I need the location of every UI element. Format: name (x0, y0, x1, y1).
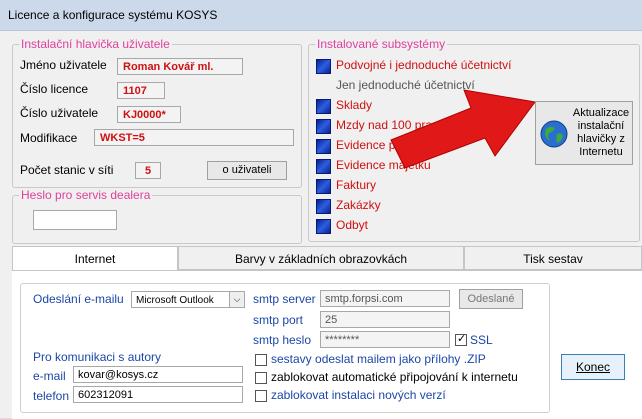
stations-field[interactable]: 5 (135, 162, 161, 179)
user-number-label: Číslo uživatele (20, 106, 99, 120)
licence-field[interactable]: 1107 (117, 82, 165, 99)
phone-label: telefon (33, 389, 70, 403)
option-checkbox-zip[interactable] (255, 354, 267, 366)
checked-square-icon (316, 59, 331, 74)
option-label-zip: sestavy odeslat mailem jako přílohy .ZIP (271, 352, 486, 366)
modification-label: Modifikace (20, 131, 78, 145)
chevron-down-icon: ⌵ (229, 292, 244, 307)
option-checkbox-block-install[interactable] (255, 390, 267, 402)
smtp-password-input[interactable]: ******** (320, 331, 450, 348)
title-bar: Licence a konfigurace systému KOSYS (0, 0, 642, 31)
option-label-block-install: zablokovat instalaci nových verzí (271, 388, 446, 402)
sent-items-button[interactable]: Odeslané (459, 289, 523, 309)
tab-colors[interactable]: Barvy v základních obrazovkách (178, 246, 464, 270)
window-title: Licence a konfigurace systému KOSYS (8, 8, 218, 22)
license-window: Licence a konfigurace systému KOSYS Inst… (0, 0, 642, 419)
smtp-password-label: smtp heslo (253, 333, 312, 347)
close-button[interactable]: Konec (561, 354, 625, 380)
send-email-label: Odeslání e-mailu (33, 292, 124, 306)
tab-print-reports[interactable]: Tisk sestav (464, 246, 642, 270)
checked-square-icon (316, 119, 331, 134)
about-user-button[interactable]: o uživateli (207, 161, 287, 180)
checked-square-icon (316, 199, 331, 214)
update-from-internet-button[interactable]: Aktualizace instalační hlavičky z Intern… (535, 101, 633, 165)
ssl-checkbox[interactable]: ✓ (455, 333, 467, 346)
smtp-server-input[interactable]: smtp.forpsi.com (320, 290, 450, 307)
checkmark-icon: ✓ (457, 333, 467, 345)
checked-square-icon (316, 99, 331, 114)
name-field[interactable]: Roman Kovář ml. (117, 58, 243, 75)
user-header-legend: Instalační hlavička uživatele (19, 37, 172, 51)
stations-label: Počet stanic v síti (20, 163, 114, 177)
licence-label: Číslo licence (20, 82, 89, 96)
ssl-label: SSL (470, 333, 493, 347)
user-number-field[interactable]: KJ0000* (117, 106, 181, 123)
name-label: Jméno uživatele (20, 58, 107, 72)
phone-input[interactable]: 602312091 (73, 386, 243, 403)
subsystems-legend: Instalované subsystémy (315, 37, 448, 51)
tab-internet[interactable]: Internet (12, 246, 178, 271)
option-checkbox-block-connect[interactable] (255, 372, 267, 384)
contact-heading: Pro komunikaci s autory (33, 350, 162, 364)
checked-square-icon (316, 159, 331, 174)
dealer-password-input[interactable] (33, 210, 117, 230)
checked-square-icon (316, 179, 331, 194)
red-arrow-icon (390, 89, 536, 168)
email-input[interactable]: kovar@kosys.cz (73, 366, 243, 383)
checked-square-icon (316, 219, 331, 234)
smtp-port-label: smtp port (253, 313, 304, 327)
option-label-block-connect: zablokovat automatické připojování k int… (271, 370, 518, 384)
email-label: e-mail (33, 369, 66, 383)
smtp-server-label: smtp server (253, 292, 316, 306)
smtp-port-input[interactable]: 25 (320, 311, 450, 328)
checked-square-icon (316, 139, 331, 154)
dealer-legend: Heslo pro servis dealera (19, 188, 153, 202)
modification-field[interactable]: WKST=5 (94, 129, 294, 146)
email-client-select[interactable]: Microsoft Outlook ⌵ (131, 291, 245, 308)
globe-icon (540, 120, 568, 148)
